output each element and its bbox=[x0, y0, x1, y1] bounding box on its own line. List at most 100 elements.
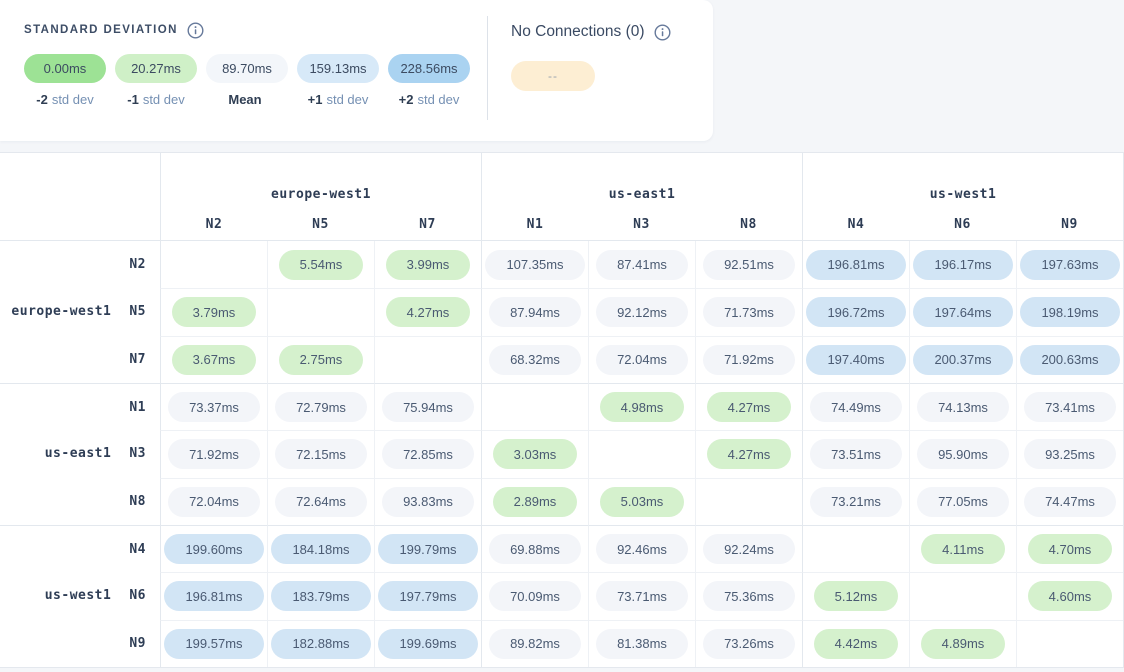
latency-pill[interactable]: 183.79ms bbox=[271, 581, 370, 611]
latency-pill[interactable]: 4.70ms bbox=[1028, 534, 1113, 564]
latency-cell-N7-N2[interactable]: 3.67ms bbox=[160, 336, 267, 383]
latency-pill[interactable]: 71.73ms bbox=[703, 297, 795, 327]
latency-cell-N8-N2[interactable]: 72.04ms bbox=[160, 478, 267, 525]
latency-pill[interactable]: 69.88ms bbox=[489, 534, 581, 564]
latency-pill[interactable]: 92.46ms bbox=[596, 534, 688, 564]
latency-pill[interactable]: 196.81ms bbox=[164, 581, 263, 611]
latency-cell-N2-N3[interactable]: 87.41ms bbox=[588, 241, 695, 288]
latency-cell-N4-N2[interactable]: 199.60ms bbox=[160, 525, 267, 572]
latency-cell-N1-N9[interactable]: 73.41ms bbox=[1016, 383, 1123, 430]
latency-cell-N4-N5[interactable]: 184.18ms bbox=[267, 525, 374, 572]
latency-pill[interactable]: 5.12ms bbox=[814, 581, 899, 611]
latency-cell-N8-N5[interactable]: 72.64ms bbox=[267, 478, 374, 525]
latency-cell-N7-N3[interactable]: 72.04ms bbox=[588, 336, 695, 383]
latency-cell-N4-N6[interactable]: 4.11ms bbox=[909, 525, 1016, 572]
latency-cell-N9-N1[interactable]: 89.82ms bbox=[481, 620, 588, 667]
latency-pill[interactable]: 72.64ms bbox=[275, 487, 367, 517]
latency-pill[interactable]: 4.27ms bbox=[386, 297, 471, 327]
latency-cell-N3-N8[interactable]: 4.27ms bbox=[695, 430, 802, 477]
latency-pill[interactable]: 75.36ms bbox=[703, 581, 795, 611]
latency-cell-N3-N1[interactable]: 3.03ms bbox=[481, 430, 588, 477]
latency-cell-N1-N2[interactable]: 73.37ms bbox=[160, 383, 267, 430]
latency-cell-N4-N9[interactable]: 4.70ms bbox=[1016, 525, 1123, 572]
latency-pill[interactable]: 93.83ms bbox=[382, 487, 474, 517]
latency-pill[interactable]: 196.81ms bbox=[806, 250, 905, 280]
latency-pill[interactable]: 73.37ms bbox=[168, 392, 260, 422]
latency-cell-N8-N3[interactable]: 5.03ms bbox=[588, 478, 695, 525]
latency-cell-N2-N9[interactable]: 197.63ms bbox=[1016, 241, 1123, 288]
latency-cell-N8-N9[interactable]: 74.47ms bbox=[1016, 478, 1123, 525]
latency-pill[interactable]: 107.35ms bbox=[485, 250, 584, 280]
latency-cell-N8-N4[interactable]: 73.21ms bbox=[802, 478, 909, 525]
latency-cell-N9-N3[interactable]: 81.38ms bbox=[588, 620, 695, 667]
latency-cell-N1-N4[interactable]: 74.49ms bbox=[802, 383, 909, 430]
latency-pill[interactable]: 92.24ms bbox=[703, 534, 795, 564]
latency-pill[interactable]: 5.54ms bbox=[279, 250, 364, 280]
latency-pill[interactable]: 200.37ms bbox=[913, 345, 1012, 375]
latency-cell-N5-N8[interactable]: 71.73ms bbox=[695, 288, 802, 335]
latency-cell-N6-N5[interactable]: 183.79ms bbox=[267, 572, 374, 619]
latency-cell-N2-N5[interactable]: 5.54ms bbox=[267, 241, 374, 288]
latency-cell-N6-N9[interactable]: 4.60ms bbox=[1016, 572, 1123, 619]
latency-pill[interactable]: 81.38ms bbox=[596, 629, 688, 659]
latency-cell-N5-N9[interactable]: 198.19ms bbox=[1016, 288, 1123, 335]
latency-cell-N4-N8[interactable]: 92.24ms bbox=[695, 525, 802, 572]
latency-pill[interactable]: 198.19ms bbox=[1020, 297, 1119, 327]
latency-pill[interactable]: 73.26ms bbox=[703, 629, 795, 659]
latency-pill[interactable]: 2.75ms bbox=[279, 345, 364, 375]
latency-cell-N3-N6[interactable]: 95.90ms bbox=[909, 430, 1016, 477]
latency-pill[interactable]: 87.41ms bbox=[596, 250, 688, 280]
latency-pill[interactable]: 4.98ms bbox=[600, 392, 685, 422]
latency-cell-N9-N5[interactable]: 182.88ms bbox=[267, 620, 374, 667]
latency-cell-N5-N7[interactable]: 4.27ms bbox=[374, 288, 481, 335]
latency-pill[interactable]: 71.92ms bbox=[168, 439, 260, 469]
latency-pill[interactable]: 72.04ms bbox=[596, 345, 688, 375]
latency-cell-N9-N6[interactable]: 4.89ms bbox=[909, 620, 1016, 667]
latency-cell-N6-N7[interactable]: 197.79ms bbox=[374, 572, 481, 619]
latency-cell-N7-N1[interactable]: 68.32ms bbox=[481, 336, 588, 383]
latency-cell-N4-N7[interactable]: 199.79ms bbox=[374, 525, 481, 572]
latency-cell-N3-N4[interactable]: 73.51ms bbox=[802, 430, 909, 477]
latency-pill[interactable]: 73.41ms bbox=[1024, 392, 1116, 422]
latency-pill[interactable]: 3.79ms bbox=[172, 297, 257, 327]
latency-cell-N6-N4[interactable]: 5.12ms bbox=[802, 572, 909, 619]
latency-pill[interactable]: 71.92ms bbox=[703, 345, 795, 375]
latency-cell-N5-N1[interactable]: 87.94ms bbox=[481, 288, 588, 335]
latency-pill[interactable]: 70.09ms bbox=[489, 581, 581, 611]
latency-pill[interactable]: 200.63ms bbox=[1020, 345, 1119, 375]
latency-pill[interactable]: 184.18ms bbox=[271, 534, 370, 564]
latency-cell-N6-N1[interactable]: 70.09ms bbox=[481, 572, 588, 619]
latency-pill[interactable]: 4.42ms bbox=[814, 629, 899, 659]
latency-pill[interactable]: 75.94ms bbox=[382, 392, 474, 422]
latency-pill[interactable]: 74.47ms bbox=[1024, 487, 1116, 517]
latency-pill[interactable]: 197.64ms bbox=[913, 297, 1012, 327]
latency-pill[interactable]: 89.82ms bbox=[489, 629, 581, 659]
latency-cell-N8-N6[interactable]: 77.05ms bbox=[909, 478, 1016, 525]
latency-cell-N1-N7[interactable]: 75.94ms bbox=[374, 383, 481, 430]
latency-cell-N7-N8[interactable]: 71.92ms bbox=[695, 336, 802, 383]
latency-cell-N1-N5[interactable]: 72.79ms bbox=[267, 383, 374, 430]
latency-pill[interactable]: 197.40ms bbox=[806, 345, 905, 375]
latency-cell-N3-N9[interactable]: 93.25ms bbox=[1016, 430, 1123, 477]
latency-cell-N3-N7[interactable]: 72.85ms bbox=[374, 430, 481, 477]
latency-pill[interactable]: 92.12ms bbox=[596, 297, 688, 327]
latency-pill[interactable]: 3.03ms bbox=[493, 439, 578, 469]
latency-cell-N8-N7[interactable]: 93.83ms bbox=[374, 478, 481, 525]
latency-pill[interactable]: 4.27ms bbox=[707, 392, 792, 422]
latency-pill[interactable]: 92.51ms bbox=[703, 250, 795, 280]
latency-pill[interactable]: 199.79ms bbox=[378, 534, 477, 564]
latency-pill[interactable]: 68.32ms bbox=[489, 345, 581, 375]
latency-pill[interactable]: 199.69ms bbox=[378, 629, 477, 659]
latency-pill[interactable]: 72.85ms bbox=[382, 439, 474, 469]
latency-cell-N7-N4[interactable]: 197.40ms bbox=[802, 336, 909, 383]
latency-pill[interactable]: 95.90ms bbox=[917, 439, 1009, 469]
latency-cell-N7-N5[interactable]: 2.75ms bbox=[267, 336, 374, 383]
latency-pill[interactable]: 199.57ms bbox=[164, 629, 263, 659]
latency-cell-N1-N8[interactable]: 4.27ms bbox=[695, 383, 802, 430]
latency-cell-N7-N6[interactable]: 200.37ms bbox=[909, 336, 1016, 383]
latency-pill[interactable]: 196.17ms bbox=[913, 250, 1012, 280]
latency-pill[interactable]: 197.63ms bbox=[1020, 250, 1119, 280]
latency-cell-N6-N8[interactable]: 75.36ms bbox=[695, 572, 802, 619]
latency-pill[interactable]: 196.72ms bbox=[806, 297, 905, 327]
latency-pill[interactable]: 74.49ms bbox=[810, 392, 902, 422]
